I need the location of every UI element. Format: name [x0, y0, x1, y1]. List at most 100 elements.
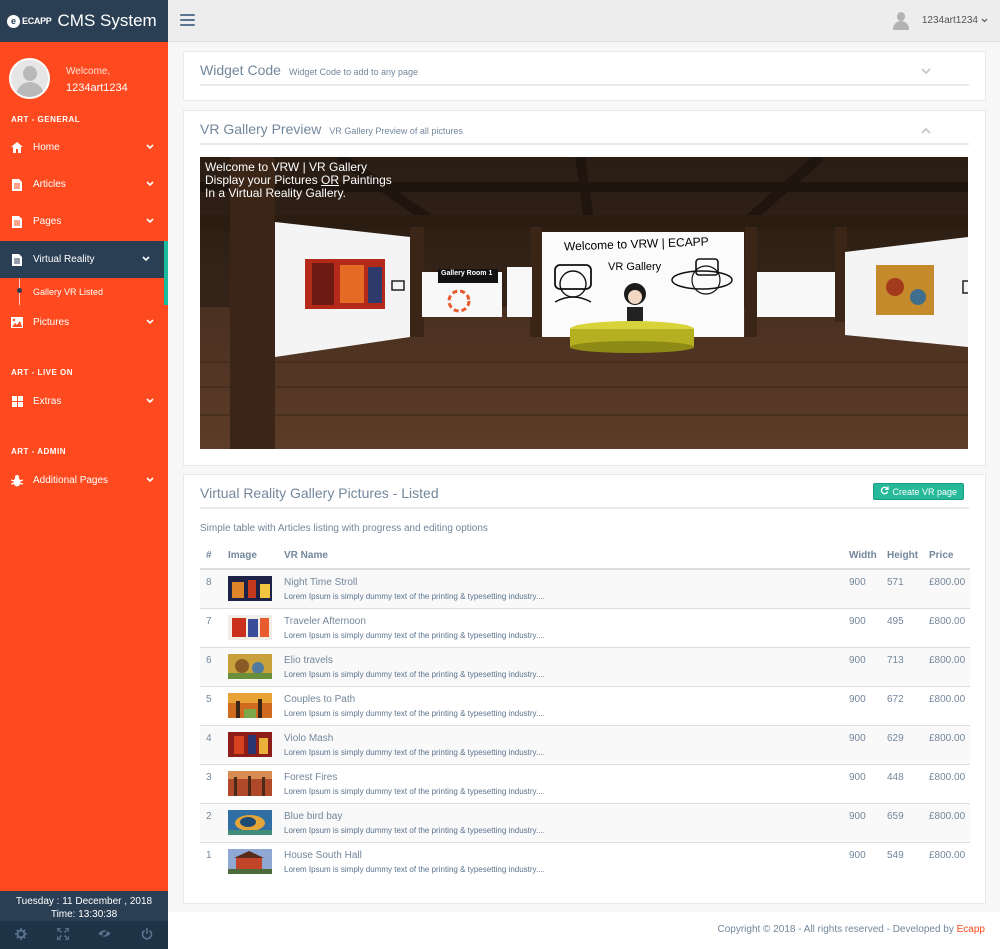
row-thumbnail[interactable]	[222, 568, 278, 608]
fullscreen-icon[interactable]	[55, 926, 70, 943]
submenu-item-gallery-vr-listed[interactable]: Gallery VR Listed	[0, 278, 168, 305]
welcome-text: Welcome,	[66, 66, 111, 77]
image-icon	[11, 317, 23, 329]
avatar	[9, 58, 50, 99]
brand-logo-text: ECAPP	[22, 16, 52, 26]
sidebar-footer	[0, 921, 168, 949]
row-height: 495	[881, 607, 923, 647]
row-price: £800.00	[923, 685, 970, 725]
sidebar-item-pictures[interactable]: Pictures	[0, 304, 168, 341]
sidebar-item-label: Pictures	[33, 317, 70, 328]
row-number: 3	[200, 763, 222, 803]
row-vr-name[interactable]: Elio travels	[284, 655, 843, 666]
row-vr-name[interactable]: Blue bird bay	[284, 811, 843, 822]
row-price: £800.00	[923, 841, 970, 881]
page-footer: Copyright © 2018 - All rights reserved -…	[168, 912, 1000, 949]
row-height: 659	[881, 802, 923, 842]
row-vr-name[interactable]: Couples to Path	[284, 694, 843, 705]
brand[interactable]: e ECAPP CMS System	[0, 0, 168, 42]
sidebar-item-label: Additional Pages	[33, 475, 109, 486]
row-description: Lorem Ipsum is simply dummy text of the …	[284, 864, 545, 874]
vr-gallery-viewport[interactable]: Welcome to VRW | VR Gallery Display your…	[200, 157, 968, 449]
table-row[interactable]: 5 Couples to Path Lorem Ipsum is simply d…	[200, 685, 970, 725]
row-number: 1	[200, 841, 222, 881]
row-thumbnail[interactable]	[222, 841, 278, 881]
panel-title: Virtual Reality Gallery Pictures - Liste…	[200, 485, 439, 501]
row-thumbnail[interactable]	[222, 802, 278, 842]
vr-room-label: Gallery Room 1	[441, 270, 493, 277]
copyright-text: Copyright © 2018 - All rights reserved -…	[717, 924, 985, 935]
chevron-up-icon[interactable]	[921, 125, 931, 137]
row-vr-name[interactable]: Traveler Afternoon	[284, 616, 843, 627]
row-height: 629	[881, 724, 923, 764]
row-price: £800.00	[923, 607, 970, 647]
row-price: £800.00	[923, 802, 970, 842]
user-dropdown[interactable]: 1234art1234	[892, 12, 988, 30]
table-row[interactable]: 4 Violo Mash Lorem Ipsum is simply dummy …	[200, 724, 970, 764]
panel-header: Virtual Reality Gallery Pictures - Liste…	[200, 475, 969, 509]
sidebar-item-additional-pages[interactable]: Additional Pages	[0, 462, 168, 499]
row-vr-name[interactable]: Violo Mash	[284, 733, 843, 744]
row-width: 900	[843, 568, 881, 608]
bug-icon	[11, 474, 23, 487]
row-description: Lorem Ipsum is simply dummy text of the …	[284, 669, 545, 679]
profile-username: 1234art1234	[66, 82, 128, 94]
row-thumbnail[interactable]	[222, 607, 278, 647]
row-price: £800.00	[923, 568, 970, 608]
row-vr-name[interactable]: House South Hall	[284, 850, 843, 861]
col-header-vr-name: VR Name	[278, 543, 843, 570]
eye-slash-icon[interactable]	[98, 928, 111, 942]
create-vr-page-button[interactable]: Create VR page	[873, 483, 964, 500]
sidebar: e ECAPP CMS System Welcome, 1234art1234 …	[0, 0, 168, 949]
row-vr-name[interactable]: Night Time Stroll	[284, 577, 843, 588]
chevron-down-icon	[146, 216, 154, 227]
row-number: 2	[200, 802, 222, 842]
row-thumbnail[interactable]	[222, 763, 278, 803]
row-number: 4	[200, 724, 222, 764]
home-icon	[11, 142, 23, 154]
col-header-image: Image	[222, 543, 278, 570]
power-icon[interactable]	[141, 927, 153, 943]
table-row[interactable]: 8 Night Time Stroll Lorem Ipsum is simply…	[200, 568, 970, 608]
panel-subtitle: Widget Code to add to any page	[288, 67, 419, 77]
row-vr-name[interactable]: Forest Fires	[284, 772, 843, 783]
sidebar-item-extras[interactable]: Extras	[0, 383, 168, 420]
row-width: 900	[843, 841, 881, 881]
vr-pictures-table: # Image VR Name Width Height Price 8 Nig…	[200, 543, 970, 881]
user-avatar-icon	[892, 12, 909, 30]
row-height: 713	[881, 646, 923, 686]
table-row[interactable]: 3 Forest Fires Lorem Ipsum is simply dumm…	[200, 763, 970, 803]
panel-header: VR Gallery Preview VR Gallery Preview of …	[200, 111, 969, 145]
sidebar-item-pages[interactable]: Pages	[0, 203, 168, 240]
sidebar-item-articles[interactable]: Articles	[0, 166, 168, 203]
sidebar-item-virtual-reality[interactable]: Virtual Reality	[0, 241, 168, 278]
developer-link[interactable]: Ecapp	[957, 924, 985, 935]
refresh-icon	[880, 486, 890, 497]
row-thumbnail[interactable]	[222, 724, 278, 764]
col-header-width: Width	[843, 543, 881, 570]
row-price: £800.00	[923, 763, 970, 803]
panel-header: Widget Code Widget Code to add to any pag…	[200, 52, 969, 86]
table-subtitle: Simple table with Articles listing with …	[200, 523, 488, 534]
row-thumbnail[interactable]	[222, 646, 278, 686]
sidebar-item-label: Home	[33, 142, 60, 153]
row-width: 900	[843, 646, 881, 686]
row-description: Lorem Ipsum is simply dummy text of the …	[284, 786, 545, 796]
menu-toggle-icon[interactable]	[180, 14, 195, 29]
chevron-down-icon[interactable]	[921, 66, 931, 78]
sidebar-item-label: Extras	[33, 396, 62, 407]
panel-subtitle: VR Gallery Preview of all pictures	[329, 126, 463, 136]
submenu-bullet	[17, 288, 22, 293]
logo-icon: e	[7, 14, 20, 28]
sidebar-item-home[interactable]: Home	[0, 129, 168, 166]
gear-icon[interactable]	[14, 927, 27, 943]
table-row[interactable]: 7 Traveler Afternoon Lorem Ipsum is simpl…	[200, 607, 970, 647]
panel-title: Widget Code Widget Code to add to any pag…	[200, 62, 419, 78]
chevron-down-icon	[146, 396, 154, 407]
row-height: 448	[881, 763, 923, 803]
col-header-height: Height	[881, 543, 923, 570]
table-row[interactable]: 2 Blue bird bay Lorem Ipsum is simply dum…	[200, 802, 970, 842]
table-row[interactable]: 1 House South Hall Lorem Ipsum is simply …	[200, 841, 970, 881]
row-thumbnail[interactable]	[222, 685, 278, 725]
table-row[interactable]: 6 Elio travels Lorem Ipsum is simply dumm…	[200, 646, 970, 686]
